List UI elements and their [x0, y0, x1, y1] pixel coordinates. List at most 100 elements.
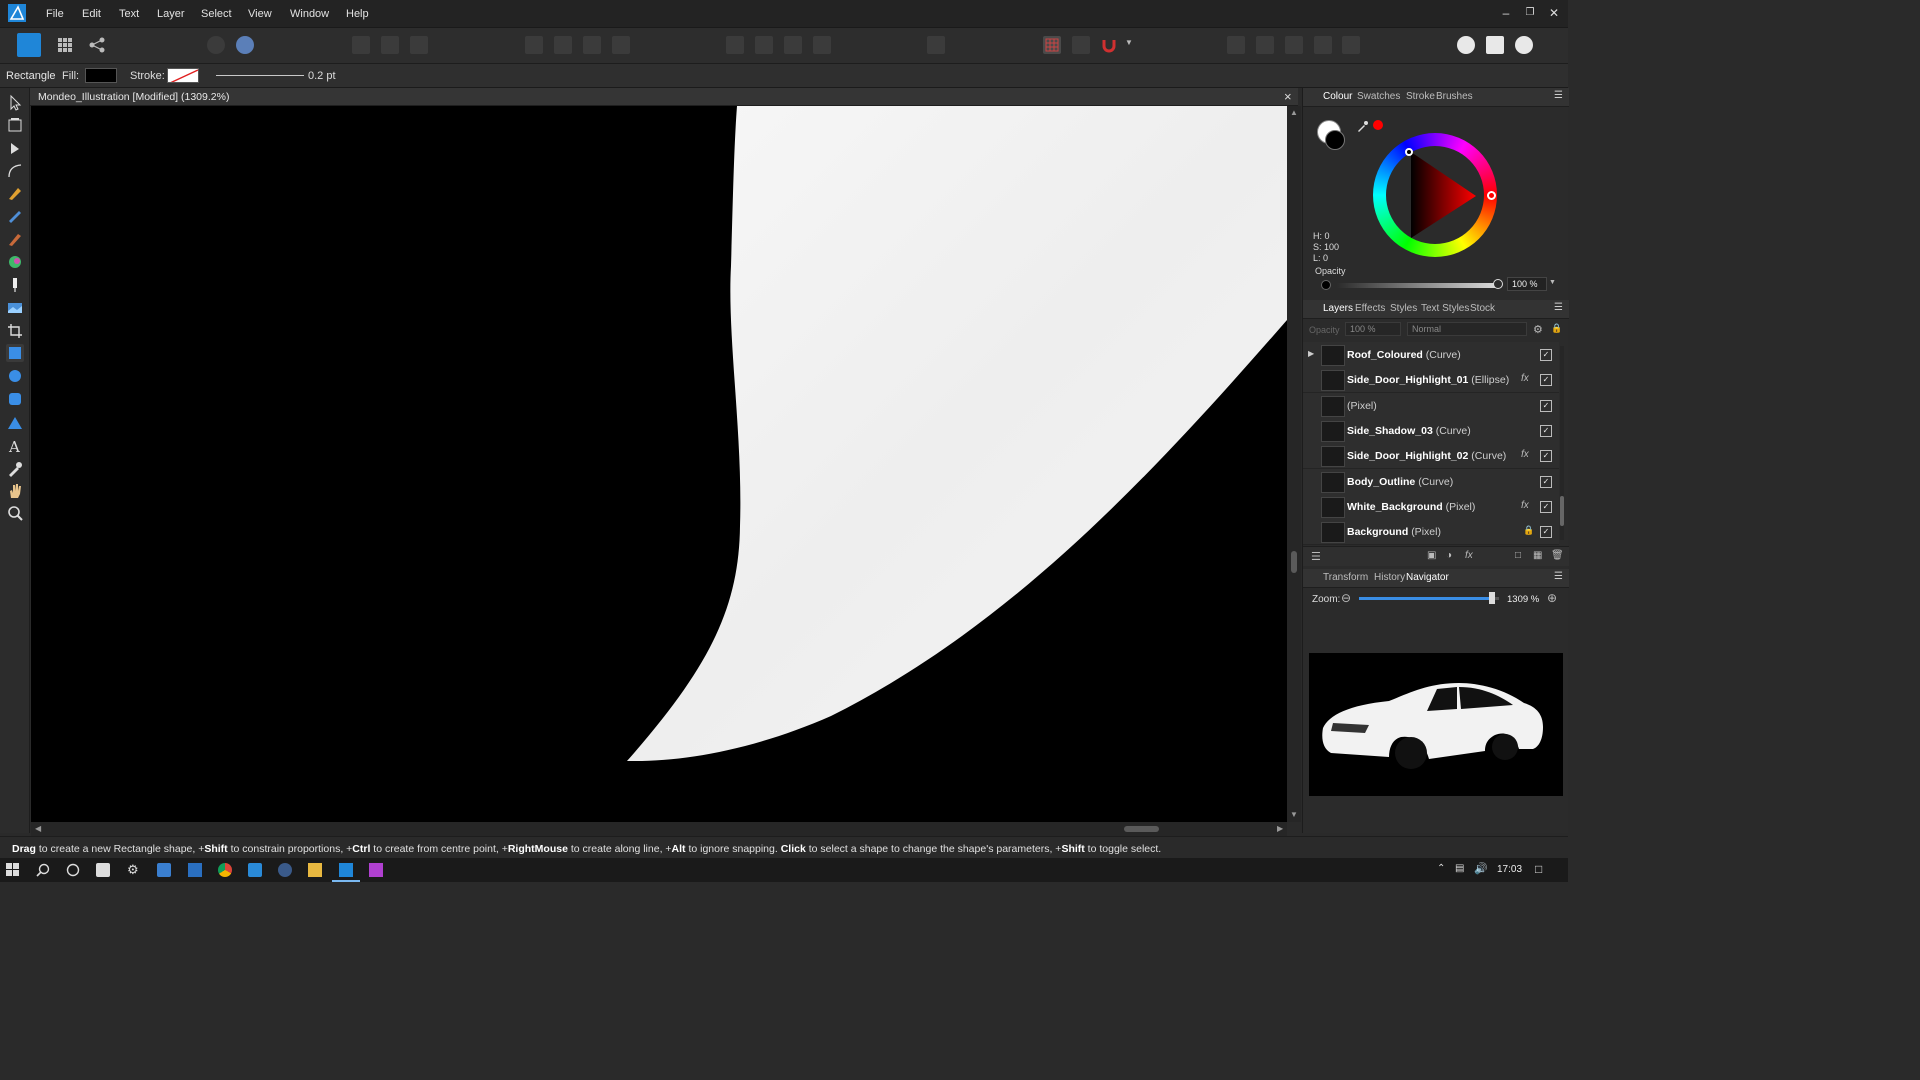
tab-brushes[interactable]: Brushes [1436, 91, 1473, 102]
zoom-out-icon[interactable]: ⊖ [1341, 591, 1351, 605]
layer-row[interactable]: (Pixel) ✓ [1303, 392, 1559, 419]
vector-brush-tool-icon[interactable] [6, 230, 24, 248]
settings-gear-icon[interactable]: ⚙ [127, 863, 141, 877]
layer-locked-icon[interactable]: 🔒 [1523, 525, 1534, 536]
layer-visibility-checkbox[interactable]: ✓ [1540, 475, 1552, 488]
search-icon[interactable] [36, 863, 50, 877]
steam-icon[interactable] [278, 863, 292, 877]
layer-opacity-input[interactable]: 100 % [1345, 322, 1401, 336]
document-setup-icon[interactable] [207, 36, 225, 54]
layer-lock-icon[interactable]: 🔒 [1551, 323, 1562, 334]
picked-colour-swatch[interactable] [1373, 120, 1383, 130]
no-snap-icon[interactable] [236, 36, 254, 54]
tab-history[interactable]: History [1374, 572, 1405, 583]
tab-swatches[interactable]: Swatches [1357, 91, 1400, 102]
arrange-back-icon[interactable] [612, 36, 630, 54]
layer-row[interactable]: ▶ Roof_Coloured (Curve) ✓ [1303, 342, 1559, 368]
scroll-left-icon[interactable]: ◀ [35, 824, 41, 833]
expand-layer-icon[interactable]: ▶ [1308, 349, 1314, 358]
minimize-icon[interactable]: – [1498, 6, 1514, 20]
layer-visibility-checkbox[interactable]: ✓ [1540, 526, 1552, 539]
text-tool-icon[interactable]: A [6, 437, 24, 456]
layer-row[interactable]: Side_Door_Highlight_01 (Ellipse) fx ✓ [1303, 367, 1559, 394]
corner-tool-icon[interactable] [6, 162, 24, 180]
share-icon[interactable] [88, 36, 106, 54]
tab-styles[interactable]: Styles [1390, 303, 1417, 314]
mask-layer-icon[interactable]: ▣ [1427, 550, 1436, 561]
menu-file[interactable]: File [46, 8, 64, 20]
close-window-icon[interactable]: ✕ [1546, 6, 1562, 20]
transform-icon[interactable] [410, 36, 428, 54]
group-layer-icon[interactable]: ▦ [1533, 550, 1542, 561]
layers-panel-menu-icon[interactable]: ☰ [1554, 302, 1563, 313]
colour-triangle-handle[interactable] [1405, 148, 1413, 156]
layer-visibility-checkbox[interactable]: ✓ [1540, 374, 1552, 387]
move-tool-icon[interactable] [6, 94, 24, 112]
place-image-tool-icon[interactable] [6, 299, 24, 317]
tab-effects[interactable]: Effects [1355, 303, 1385, 314]
color-picker-tool-icon[interactable] [6, 460, 24, 478]
tab-stock[interactable]: Stock [1470, 303, 1495, 314]
tab-colour[interactable]: Colour [1323, 91, 1352, 102]
assistant-icon[interactable] [1457, 36, 1475, 54]
ellipse-tool-icon[interactable] [6, 367, 24, 385]
menu-window[interactable]: Window [290, 8, 329, 20]
layers-scrollbar[interactable] [1560, 346, 1564, 540]
tray-chevron-icon[interactable]: ⌃ [1437, 863, 1445, 874]
zoom-slider-handle[interactable] [1489, 592, 1495, 604]
fill-tool-icon[interactable] [6, 253, 24, 271]
this-pc-icon[interactable] [188, 863, 202, 877]
canvas[interactable] [31, 106, 1287, 822]
arrange-backward-icon[interactable] [583, 36, 601, 54]
view-hand-tool-icon[interactable] [6, 482, 24, 500]
rotate-left-icon[interactable] [784, 36, 802, 54]
layer-visibility-checkbox[interactable]: ✓ [1540, 500, 1552, 513]
affinity-photo-taskbar-icon[interactable] [369, 863, 383, 877]
opacity-input[interactable]: 100 % [1507, 277, 1547, 291]
menu-text[interactable]: Text [119, 8, 139, 20]
blend-mode-select[interactable]: Normal [1407, 322, 1527, 336]
layer-settings-gear-icon[interactable]: ⚙ [1533, 323, 1543, 336]
scroll-up-icon[interactable]: ▲ [1290, 108, 1298, 117]
layer-visibility-checkbox[interactable]: ✓ [1540, 399, 1552, 412]
layer-fx-icon[interactable]: fx [1521, 449, 1529, 460]
zoom-in-icon[interactable]: ⊕ [1547, 591, 1557, 605]
vertical-scroll-thumb[interactable] [1291, 551, 1297, 573]
zoom-value[interactable]: 1309 % [1507, 594, 1539, 605]
arrange-forward-icon[interactable] [554, 36, 572, 54]
colour-wheel[interactable] [1373, 133, 1497, 257]
colour-triangle[interactable] [1386, 146, 1484, 244]
delete-layer-icon[interactable]: 🗑 [1551, 550, 1564, 561]
horizontal-scrollbar[interactable]: ◀ ▶ [31, 822, 1287, 836]
windows-start-icon[interactable] [6, 863, 20, 877]
select-nodes-icon[interactable] [381, 36, 399, 54]
tab-layers[interactable]: Layers [1323, 303, 1353, 314]
zoom-tool-icon[interactable] [6, 504, 24, 522]
layer-row[interactable]: White_Background (Pixel) fx ✓ [1303, 493, 1559, 520]
tab-text-styles[interactable]: Text Styles [1421, 303, 1469, 314]
transparency-tool-icon[interactable] [6, 276, 24, 294]
pen-tool-icon[interactable] [6, 184, 24, 202]
menu-view[interactable]: View [248, 8, 272, 20]
guides-icon[interactable] [1072, 36, 1090, 54]
affinity-designer-taskbar-icon[interactable] [339, 863, 353, 877]
layer-row[interactable]: Side_Door_Highlight_02 (Curve) fx ✓ [1303, 443, 1559, 470]
flip-horizontal-icon[interactable] [726, 36, 744, 54]
opacity-dropdown-icon[interactable]: ▼ [1549, 279, 1556, 286]
snapping-dropdown-icon[interactable]: ▼ [1125, 38, 1133, 47]
layer-row[interactable]: Background (Pixel) 🔒 ✓ [1303, 519, 1559, 546]
layer-fx-icon[interactable]: fx [1521, 373, 1529, 384]
zoom-slider[interactable] [1359, 597, 1499, 600]
layer-visibility-checkbox[interactable]: ✓ [1540, 450, 1552, 463]
network-icon[interactable]: ▤ [1455, 863, 1464, 874]
menu-layer[interactable]: Layer [157, 8, 185, 20]
scroll-right-icon[interactable]: ▶ [1277, 824, 1283, 833]
arrange-front-icon[interactable] [525, 36, 543, 54]
fill-colour-well[interactable] [1325, 130, 1345, 150]
pencil-tool-icon[interactable] [6, 207, 24, 225]
tab-transform[interactable]: Transform [1323, 572, 1368, 583]
close-document-icon[interactable]: × [1284, 89, 1292, 104]
layers-scroll-thumb[interactable] [1560, 496, 1564, 526]
grid-icon[interactable] [1043, 36, 1061, 54]
file-explorer-icon[interactable] [308, 863, 322, 877]
